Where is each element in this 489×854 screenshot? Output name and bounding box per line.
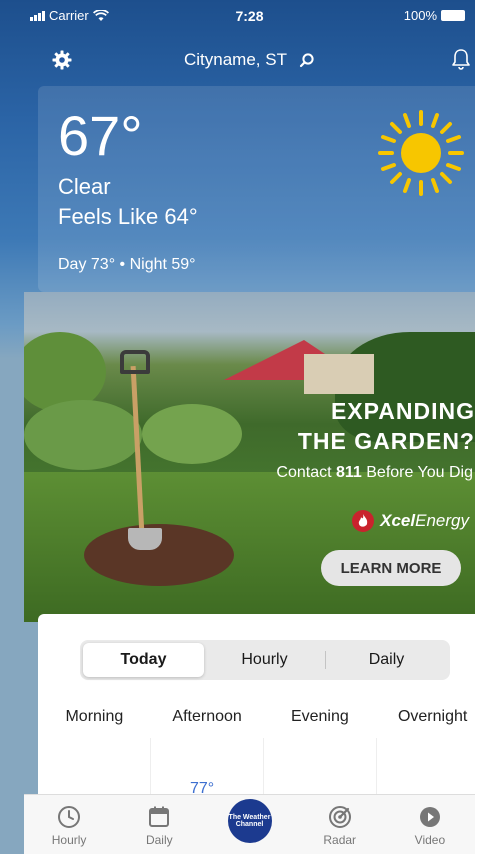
sun-icon bbox=[378, 110, 464, 196]
ad-subheadline: Contact 811 Before You Dig bbox=[276, 464, 473, 482]
app-header: Cityname, ST bbox=[24, 40, 475, 80]
ad-house-wall bbox=[304, 354, 374, 394]
learn-more-button[interactable]: LEARN MORE bbox=[321, 550, 461, 586]
tabbar-radar[interactable]: Radar bbox=[295, 795, 385, 854]
period-overnight[interactable]: Overnight bbox=[376, 708, 489, 726]
radar-icon bbox=[328, 806, 351, 828]
calendar-icon bbox=[149, 806, 170, 827]
ad-sub-suffix: Before You Dig bbox=[361, 464, 473, 481]
bottom-tab-bar: Hourly Daily The Weather Channel Radar V… bbox=[24, 794, 475, 854]
tabbar-video[interactable]: Video bbox=[385, 795, 475, 854]
feels-like: Feels Like 64° bbox=[58, 204, 198, 229]
brand-name-rest: Energy bbox=[415, 511, 469, 530]
day-periods: Morning Afternoon Evening Overnight bbox=[38, 708, 489, 726]
status-bar: Carrier 7:28 100% bbox=[24, 0, 475, 30]
tab-hourly[interactable]: Hourly bbox=[204, 643, 325, 677]
tabbar-daily[interactable]: Daily bbox=[114, 795, 204, 854]
period-morning[interactable]: Morning bbox=[38, 708, 151, 726]
tab-daily[interactable]: Daily bbox=[326, 643, 447, 677]
brand-name: XcelEnergy bbox=[380, 511, 469, 531]
app-screen: Carrier 7:28 100% Cityname, ST 67° Clear… bbox=[0, 0, 489, 854]
battery-percent: 100% bbox=[403, 8, 437, 23]
ad-shrub bbox=[142, 404, 242, 464]
current-temperature: 67° bbox=[58, 104, 143, 167]
ad-headline-line1: EXPANDING bbox=[330, 398, 475, 424]
current-conditions-card[interactable]: 67° Clear Feels Like 64° Day 73° • Night… bbox=[38, 86, 488, 292]
flame-icon bbox=[352, 510, 375, 532]
bell-icon[interactable] bbox=[451, 48, 471, 70]
tabbar-hourly[interactable]: Hourly bbox=[24, 795, 114, 854]
forecast-card: Today Hourly Daily Morning Afternoon Eve… bbox=[38, 614, 489, 808]
tabbar-home[interactable]: The Weather Channel bbox=[204, 795, 294, 854]
clock-icon bbox=[58, 806, 81, 828]
location-label: Cityname, ST bbox=[184, 50, 287, 69]
day-night-temps: Day 73° • Night 59° bbox=[58, 256, 196, 273]
period-evening[interactable]: Evening bbox=[264, 708, 377, 726]
tab-today[interactable]: Today bbox=[83, 643, 204, 677]
xcel-energy-logo: XcelEnergy bbox=[352, 510, 469, 532]
shovel-grip bbox=[120, 350, 150, 374]
shovel-blade bbox=[128, 528, 162, 550]
tabbar-hourly-label: Hourly bbox=[51, 833, 87, 847]
battery-info: 100% bbox=[404, 8, 465, 23]
search-icon bbox=[299, 53, 314, 68]
tabbar-radar-label: Radar bbox=[323, 833, 357, 847]
tabbar-video-label: Video bbox=[414, 833, 446, 847]
twc-logo: The Weather Channel bbox=[227, 799, 272, 843]
play-icon bbox=[419, 807, 440, 827]
ad-headline-line2: THE GARDEN? bbox=[297, 428, 475, 454]
advertisement-banner[interactable]: EXPANDING THE GARDEN? Contact 811 Before… bbox=[24, 292, 475, 622]
condition-phrase: Clear bbox=[58, 174, 111, 199]
ad-shrub bbox=[24, 400, 142, 470]
tabbar-daily-label: Daily bbox=[145, 833, 173, 847]
ad-sub-prefix: Contact bbox=[276, 464, 336, 481]
battery-icon bbox=[441, 10, 465, 21]
brand-name-bold: Xcel bbox=[380, 511, 416, 530]
forecast-segmented-control: Today Hourly Daily bbox=[80, 640, 450, 680]
period-afternoon[interactable]: Afternoon bbox=[151, 708, 264, 726]
location-selector[interactable]: Cityname, ST bbox=[24, 50, 475, 70]
ad-sub-number: 811 bbox=[335, 464, 362, 481]
